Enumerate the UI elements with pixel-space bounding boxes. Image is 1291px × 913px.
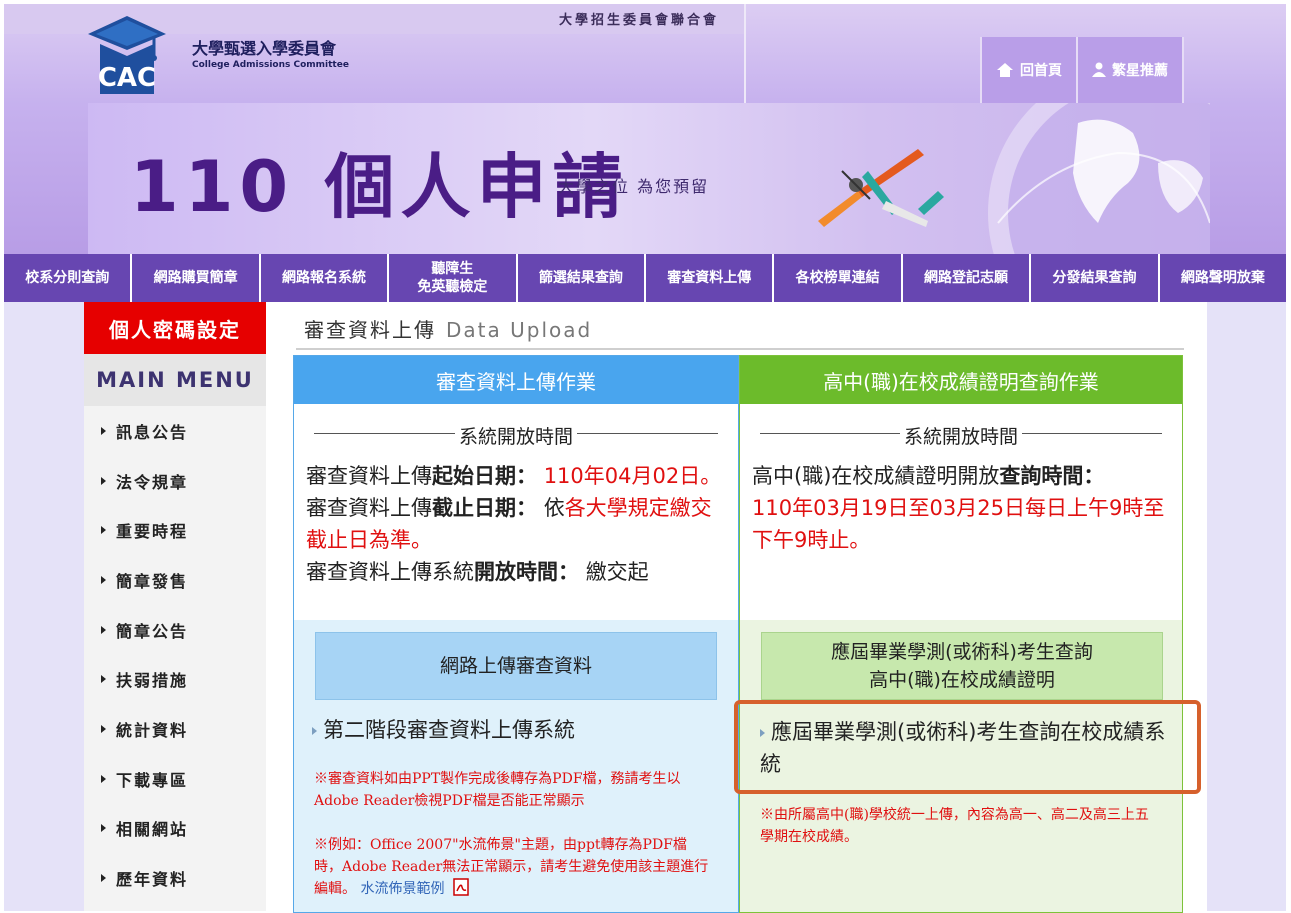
- triangle-right-icon: [101, 625, 106, 634]
- home-icon: [997, 63, 1013, 77]
- triangle-right-icon: [101, 874, 106, 883]
- nav-hearing-exempt[interactable]: 聽障生 免英聽檢定: [389, 254, 518, 302]
- sidebar-item-schedule[interactable]: 重要時程: [84, 505, 266, 555]
- page-title: 審查資料上傳 Data Upload: [304, 318, 593, 342]
- user-icon: [1092, 62, 1106, 77]
- upload-panel-header: 審查資料上傳作業: [294, 356, 738, 404]
- upload-open-time-heading: 系統開放時間: [314, 422, 718, 448]
- sidebar-item-related-sites[interactable]: 相關網站: [84, 804, 266, 854]
- main-content: 審查資料上傳 Data Upload 審查資料上傳作業 系統開放時間 審查資料上傳…: [266, 302, 1207, 913]
- triangle-right-icon: [101, 476, 106, 485]
- sidebar-item-regulations[interactable]: 法令規章: [84, 456, 266, 506]
- triangle-right-icon: [101, 426, 106, 435]
- banner-title: 110 個人申請: [130, 146, 629, 228]
- main-nav: 校系分則查詢 網路購買簡章 網路報名系統 聽障生 免英聽檢定 篩選結果查詢 審查資…: [4, 254, 1286, 302]
- theme-warning-note: ※例如：Office 2007"水流佈景"主題，由ppt轉存為PDF檔時，Ado…: [314, 837, 709, 897]
- pdf-icon[interactable]: [453, 878, 469, 896]
- banner: 110 個人申請 大學之位 為您預留: [88, 103, 1210, 254]
- triangle-right-icon: [101, 724, 106, 733]
- sidebar-item-brochure-notice[interactable]: 簡章公告: [84, 605, 266, 655]
- nav-registration[interactable]: 網路報名系統: [261, 254, 390, 302]
- triangle-right-icon: [101, 774, 106, 783]
- grade-upload-note: ※由所屬高中(職)學校統一上傳，內容為高一、高二及高三上五學期在校成績。: [760, 807, 1149, 845]
- nav-data-upload[interactable]: 審查資料上傳: [646, 254, 775, 302]
- nav-department-query[interactable]: 校系分則查詢: [4, 254, 133, 302]
- right-gutter: [1207, 302, 1286, 911]
- org-name-zh: 大學甄選入學委員會: [192, 39, 337, 58]
- triangle-right-icon: [101, 526, 106, 535]
- nav-preference-register[interactable]: 網路登記志願: [903, 254, 1032, 302]
- password-settings-button[interactable]: 個人密碼設定: [84, 302, 266, 354]
- main-menu-title: MAIN MENU: [84, 354, 266, 406]
- banner-slogan: 大學之位 為您預留: [558, 177, 710, 196]
- sidebar-item-assistance[interactable]: 扶弱措施: [84, 654, 266, 704]
- nav-screening-result[interactable]: 篩選結果查詢: [518, 254, 647, 302]
- top-bar-title: 大學招生委員會聯合會: [559, 13, 720, 28]
- sidebar-menu: 個人密碼設定 MAIN MENU 訊息公告 法令規章 重要時程 簡章發售 簡章公…: [84, 302, 266, 911]
- upload-panel: 審查資料上傳作業 系統開放時間 審查資料上傳起始日期： 110年04月02日。 …: [293, 355, 739, 913]
- triangle-right-icon: [101, 824, 106, 833]
- theme-sample-link[interactable]: 水流佈景範例: [360, 881, 444, 897]
- main-menu-list: 訊息公告 法令規章 重要時程 簡章發售 簡章公告 扶弱措施 統計資料 下載專區 …: [84, 406, 266, 903]
- upload-action-area: 網路上傳審查資料 第二階段審查資料上傳系統 ※審查資料如由PPT製作完成後轉存為…: [294, 620, 738, 912]
- title-divider: [296, 348, 1184, 350]
- triangle-right-icon: [101, 575, 106, 584]
- sidebar-item-downloads[interactable]: 下載專區: [84, 754, 266, 804]
- online-upload-button[interactable]: 網路上傳審查資料: [315, 632, 717, 700]
- cac-logo-icon[interactable]: CAC: [86, 14, 168, 102]
- org-name-en: College Admissions Committee: [192, 60, 349, 70]
- airplane-icon: [818, 149, 944, 227]
- header-links: 回首頁 繁星推薦: [980, 37, 1184, 103]
- upload-system-link[interactable]: 第二階段審查資料上傳系統: [312, 714, 728, 746]
- sidebar-item-announcements[interactable]: 訊息公告: [84, 406, 266, 456]
- grade-open-time-heading: 系統開放時間: [760, 422, 1162, 448]
- nav-declare-waiver[interactable]: 網路聲明放棄: [1160, 254, 1286, 302]
- upload-schedule-text: 審查資料上傳起始日期： 110年04月02日。 審查資料上傳截止日期： 依各大學…: [294, 460, 738, 644]
- grade-query-button[interactable]: 應屆畢業學測(或術科)考生查詢 高中(職)在校成績證明: [761, 632, 1163, 700]
- star-recommend-link[interactable]: 繁星推薦: [1076, 37, 1184, 103]
- sidebar-item-archive[interactable]: 歷年資料: [84, 853, 266, 903]
- upload-open-time: 審查資料上傳系統開放時間： 繳交起: [306, 560, 649, 584]
- nav-buy-brochure[interactable]: 網路購買簡章: [132, 254, 261, 302]
- logo-text: CAC: [98, 63, 156, 93]
- grade-query-panel-header: 高中(職)在校成績證明查詢作業: [740, 356, 1182, 404]
- sidebar-item-brochure-sale[interactable]: 簡章發售: [84, 555, 266, 605]
- left-gutter: [4, 302, 84, 911]
- nav-allocation-result[interactable]: 分發結果查詢: [1031, 254, 1160, 302]
- globe-icon: [988, 103, 1210, 254]
- grade-query-panel: 高中(職)在校成績證明查詢作業 系統開放時間 高中(職)在校成績證明開放查詢時間…: [739, 355, 1183, 913]
- home-link[interactable]: 回首頁: [980, 37, 1076, 103]
- upload-start-date: 審查資料上傳起始日期： 110年04月02日。: [306, 464, 722, 488]
- nav-school-lists[interactable]: 各校榜單連結: [774, 254, 903, 302]
- triangle-right-icon: [101, 675, 106, 684]
- home-link-label: 回首頁: [1020, 63, 1062, 79]
- upload-end-date: 審查資料上傳截止日期： 依各大學規定繳交截止日為準。: [306, 496, 712, 552]
- sidebar-item-statistics[interactable]: 統計資料: [84, 704, 266, 754]
- site-header: 大學招生委員會聯合會 CAC 大學甄選入學委員會 College Admissi…: [4, 4, 1286, 254]
- highlight-box: [734, 700, 1201, 794]
- bullet-arrow-icon: [312, 727, 317, 735]
- star-recommend-label: 繁星推薦: [1112, 63, 1168, 79]
- grade-schedule-text: 高中(職)在校成績證明開放查詢時間： 110年03月19日至03月25日每日上午9…: [740, 460, 1182, 644]
- pdf-check-note: ※審查資料如由PPT製作完成後轉存為PDF檔，務請考生以Adobe Reader…: [314, 771, 681, 809]
- grade-query-time: 高中(職)在校成績證明開放查詢時間： 110年03月19日至03月25日每日上午9…: [752, 464, 1165, 552]
